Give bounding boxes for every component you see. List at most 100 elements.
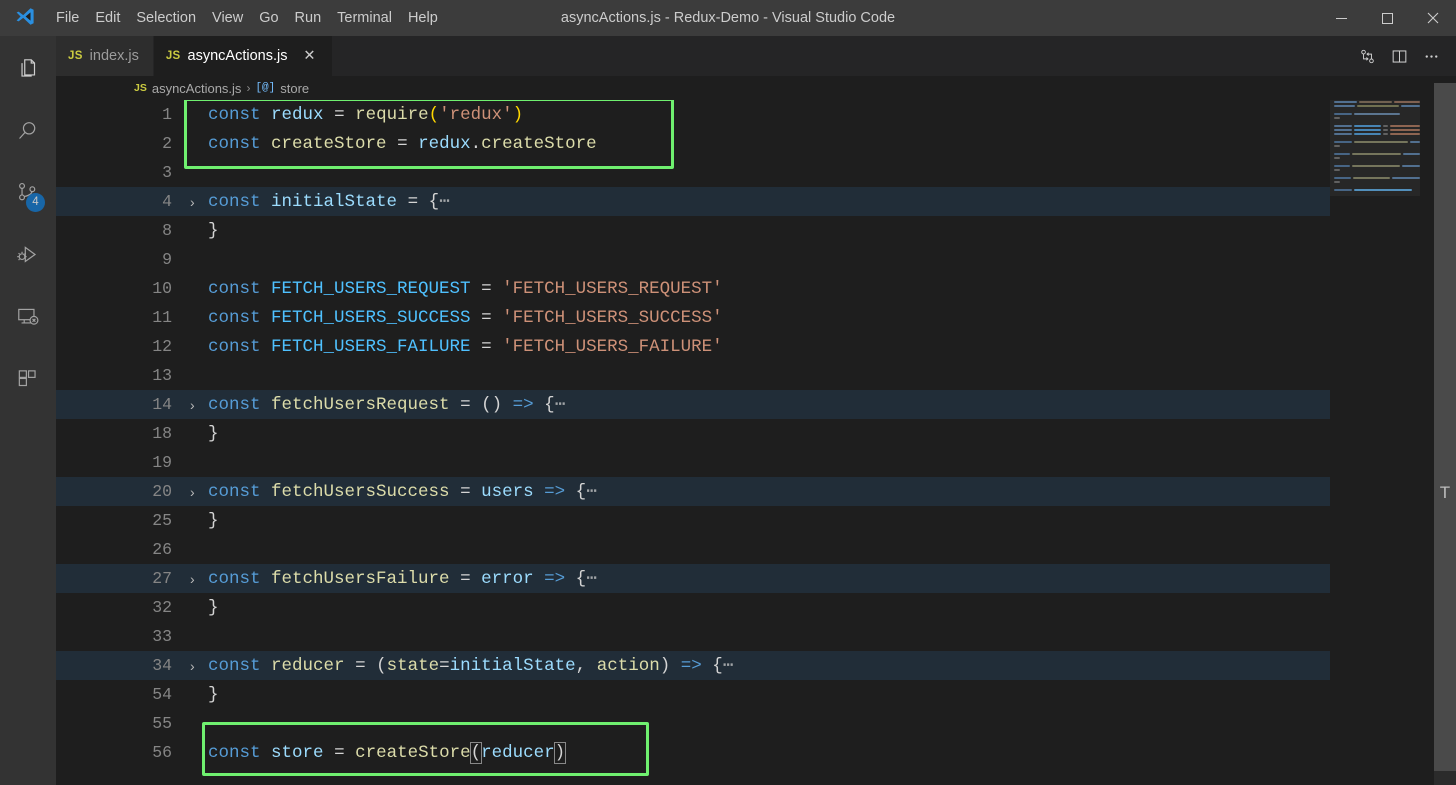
code-token: => <box>544 569 566 589</box>
code-line[interactable]: 54} <box>56 680 1456 709</box>
code-line[interactable]: 19 <box>56 448 1456 477</box>
code-token: ( <box>428 104 440 125</box>
code-token: fetchUsersFailure <box>271 569 450 589</box>
code-token: users <box>481 482 534 502</box>
minimap-slider[interactable] <box>1330 100 1420 196</box>
code-line[interactable]: 27 › const fetchUsersFailure = error => {⋯ <box>56 564 1456 593</box>
code-editor[interactable]: 1 const redux = require('redux') 2 const cr… <box>56 100 1456 785</box>
menu-item-file[interactable]: File <box>48 0 87 36</box>
tab-label: index.js <box>89 48 139 64</box>
breadcrumb-file[interactable]: JS asyncActions.js <box>134 81 241 96</box>
code-token: store <box>271 742 324 763</box>
menu-item-go[interactable]: Go <box>251 0 286 36</box>
tab-close-icon[interactable]: ✕ <box>300 47 318 65</box>
code-token: reducer <box>481 742 555 763</box>
side-panel-footer <box>1434 771 1456 785</box>
side-panel-label: T <box>1439 483 1451 502</box>
code-token: FETCH_USERS_REQUEST <box>271 278 471 299</box>
line-number: 19 <box>152 453 172 472</box>
sidebar-item-source-control[interactable]: 4 <box>0 164 56 226</box>
code-line-text: const FETCH_USERS_SUCCESS = 'FETCH_USERS… <box>184 308 723 328</box>
breadcrumb-file-label: asyncActions.js <box>151 80 242 96</box>
code-line[interactable]: 10 const FETCH_USERS_REQUEST = 'FETCH_USE… <box>56 274 1456 303</box>
chevron-right-icon[interactable]: › <box>190 397 204 413</box>
code-line[interactable]: 11 const FETCH_USERS_SUCCESS = 'FETCH_USE… <box>56 303 1456 332</box>
menu-item-view[interactable]: View <box>204 0 251 36</box>
code-token: 'redux' <box>439 104 513 125</box>
line-number: 55 <box>152 714 172 733</box>
code-line[interactable]: 4 › const initialState = {⋯ <box>56 187 1456 216</box>
code-line[interactable]: 26 <box>56 535 1456 564</box>
menu-bar: File Edit Selection View Go Run Terminal… <box>48 0 446 36</box>
code-line[interactable]: 18} <box>56 419 1456 448</box>
sidebar-item-remote-explorer[interactable] <box>0 288 56 350</box>
open-changes-icon[interactable] <box>1352 41 1382 71</box>
line-number: 2 <box>162 134 172 153</box>
code-line[interactable]: 25} <box>56 506 1456 535</box>
code-token: } <box>208 510 219 531</box>
line-number: 13 <box>152 366 172 385</box>
menu-item-terminal[interactable]: Terminal <box>329 0 400 36</box>
split-editor-icon[interactable] <box>1384 41 1414 71</box>
variable-symbol-icon: [@] <box>255 82 276 94</box>
tab-index-js[interactable]: JS index.js <box>56 36 154 76</box>
title-bar: File Edit Selection View Go Run Terminal… <box>0 0 1456 36</box>
tab-asyncactions-js[interactable]: JS asyncActions.js ✕ <box>153 36 334 76</box>
extensions-icon <box>15 366 41 397</box>
code-line[interactable]: 3 <box>56 158 1456 187</box>
chevron-right-icon[interactable]: › <box>190 658 204 674</box>
code-line[interactable]: 9 <box>56 245 1456 274</box>
menu-item-selection[interactable]: Selection <box>128 0 204 36</box>
menu-item-edit[interactable]: Edit <box>87 0 128 36</box>
sidebar-item-explorer[interactable] <box>0 40 56 102</box>
code-line[interactable]: 13 <box>56 361 1456 390</box>
code-line[interactable]: 1 const redux = require('redux') <box>56 100 1456 129</box>
line-number: 11 <box>152 308 172 327</box>
code-line[interactable]: 33 <box>56 622 1456 651</box>
code-token: = <box>334 742 345 763</box>
code-line[interactable]: 56 const store = createStore(reducer) <box>56 738 1456 767</box>
minimap[interactable] <box>1330 100 1421 785</box>
line-number: 8 <box>162 221 172 240</box>
code-line[interactable]: 34 › const reducer = (state=initialState, … <box>56 651 1456 680</box>
maximize-button[interactable] <box>1364 0 1410 36</box>
breadcrumb-symbol[interactable]: [@] store <box>255 81 309 96</box>
code-line[interactable]: 2 const createStore = redux.createStore <box>56 129 1456 158</box>
more-actions-icon[interactable] <box>1416 41 1446 71</box>
minimize-button[interactable] <box>1318 0 1364 36</box>
menu-item-help[interactable]: Help <box>400 0 446 36</box>
menu-item-run[interactable]: Run <box>287 0 330 36</box>
code-line-text: const redux = require('redux') <box>184 105 523 125</box>
sidebar-item-extensions[interactable] <box>0 350 56 412</box>
code-line[interactable]: 8} <box>56 216 1456 245</box>
line-number: 12 <box>152 337 172 356</box>
code-line[interactable]: 20 › const fetchUsersSuccess = users => {⋯ <box>56 477 1456 506</box>
chevron-right-icon[interactable]: › <box>190 194 204 210</box>
code-line[interactable]: 14 › const fetchUsersRequest = () => {⋯ <box>56 390 1456 419</box>
sidebar-item-search[interactable] <box>0 102 56 164</box>
collapsed-side-panel[interactable]: T <box>1434 83 1456 785</box>
js-file-icon: JS <box>68 50 83 62</box>
chevron-right-icon[interactable]: › <box>190 571 204 587</box>
sidebar-item-run-debug[interactable] <box>0 226 56 288</box>
chevron-right-icon[interactable]: › <box>190 484 204 500</box>
code-token: ⋯ <box>439 192 450 212</box>
code-line[interactable]: 55 <box>56 709 1456 738</box>
code-token: FETCH_USERS_FAILURE <box>271 336 471 357</box>
code-line[interactable]: 12 const FETCH_USERS_FAILURE = 'FETCH_USE… <box>56 332 1456 361</box>
code-token: { <box>428 192 440 212</box>
code-line[interactable]: 32} <box>56 593 1456 622</box>
close-button[interactable] <box>1410 0 1456 36</box>
